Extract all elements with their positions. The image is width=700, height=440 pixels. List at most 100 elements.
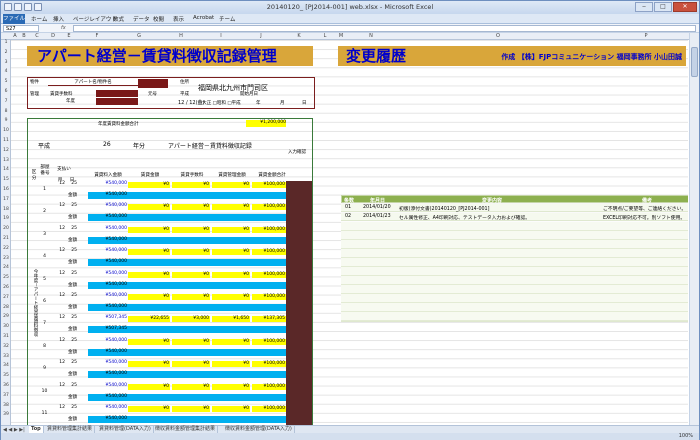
row-header[interactable]: 14: [1, 167, 11, 172]
row-header[interactable]: 29: [1, 314, 11, 319]
month-cell[interactable]: 12: [56, 315, 66, 320]
era-options[interactable]: □大正 □昭和 □平成: [198, 100, 241, 106]
row-header[interactable]: 27: [1, 295, 11, 300]
row-header[interactable]: 10: [1, 128, 11, 133]
row-header[interactable]: 33: [1, 354, 11, 359]
row-header[interactable]: 3: [1, 60, 11, 65]
row-header[interactable]: 13: [1, 158, 11, 163]
minimize-button[interactable]: ‒: [635, 2, 653, 12]
fee-cell[interactable]: ¥0: [172, 361, 210, 368]
column-header[interactable]: G: [117, 33, 161, 39]
close-button[interactable]: ✕: [673, 2, 697, 12]
rent-fee-cell[interactable]: ¥0: [128, 182, 170, 188]
column-header[interactable]: O: [393, 33, 603, 39]
rent-total-cell[interactable]: ¥100,000: [252, 383, 286, 390]
rent-fee-cell[interactable]: ¥0: [128, 271, 170, 278]
rent-amount-cyan[interactable]: ¥540,000: [88, 281, 128, 289]
fee-cell[interactable]: ¥0: [172, 182, 210, 188]
fee-cell[interactable]: ¥0: [172, 406, 210, 412]
row-header[interactable]: 19: [1, 216, 11, 221]
rent-amount-cyan[interactable]: ¥540,000: [88, 416, 128, 423]
row-header[interactable]: 31: [1, 334, 11, 339]
rent-amount-cell[interactable]: ¥540,000: [88, 293, 128, 298]
month-cell[interactable]: 12: [56, 226, 66, 231]
rent-amount-cell[interactable]: ¥540,000: [88, 226, 128, 231]
day-cell[interactable]: 25: [68, 248, 78, 253]
rent-total-cell[interactable]: ¥100,000: [252, 204, 286, 211]
rent-amount-cell[interactable]: ¥540,000: [88, 338, 128, 343]
column-header[interactable]: L: [317, 33, 333, 39]
row-header[interactable]: 5: [1, 79, 11, 84]
sheet-tab[interactable]: 徴収賃料金額管理集計結果: [153, 426, 219, 433]
month-cell[interactable]: 12: [56, 383, 66, 388]
row-header[interactable]: 16: [1, 187, 11, 192]
fx-icon[interactable]: fx: [61, 25, 66, 31]
row-header[interactable]: 4: [1, 69, 11, 74]
rent-amount-cyan[interactable]: ¥507,345: [88, 326, 128, 334]
column-header[interactable]: I: [201, 33, 241, 39]
rent-amount-cell[interactable]: ¥540,000: [88, 360, 128, 365]
mgmt-fee-cell[interactable]: ¥0: [212, 406, 250, 412]
mgmt-fee-cell[interactable]: ¥0: [212, 249, 250, 256]
tab-view[interactable]: 表示: [173, 15, 184, 23]
rent-fee-cell[interactable]: ¥0: [128, 204, 170, 211]
row-header[interactable]: 9: [1, 118, 11, 123]
column-header[interactable]: M: [333, 33, 349, 39]
row-header[interactable]: 15: [1, 177, 11, 182]
tab-insert[interactable]: 挿入: [53, 15, 64, 23]
formula-input[interactable]: [73, 25, 696, 32]
rent-amount-cell[interactable]: ¥540,000: [88, 383, 128, 388]
row-header[interactable]: 26: [1, 285, 11, 290]
row-header[interactable]: 6: [1, 89, 11, 94]
column-header[interactable]: C: [29, 33, 45, 39]
row-header[interactable]: 21: [1, 236, 11, 241]
scroll-thumb[interactable]: [691, 47, 698, 77]
rent-total-cell[interactable]: ¥100,000: [252, 226, 286, 233]
column-header[interactable]: P: [603, 33, 689, 39]
tab-review[interactable]: 校閲: [153, 15, 164, 23]
day-cell[interactable]: 25: [68, 360, 78, 365]
row-header[interactable]: 20: [1, 226, 11, 231]
day-cell[interactable]: 25: [68, 181, 78, 186]
day-cell[interactable]: 25: [68, 203, 78, 208]
fee-cell[interactable]: ¥0: [172, 204, 210, 211]
worksheet-grid[interactable]: アパート経営－賃貸料徴収記録管理 変更履歴 作成 【株】FJPコミュニケーション…: [11, 40, 688, 425]
row-header[interactable]: 24: [1, 265, 11, 270]
rent-amount-cell[interactable]: ¥540,000: [88, 181, 128, 186]
rent-fee-cell[interactable]: ¥0: [128, 406, 170, 412]
sheet-tab[interactable]: 賃貸料管理(DATA入力): [97, 426, 154, 433]
rent-fee-cell[interactable]: ¥0: [128, 294, 170, 300]
sheet-tab[interactable]: Top: [29, 426, 44, 433]
mgmt-fee-cell[interactable]: ¥0: [212, 361, 250, 368]
row-header[interactable]: 36: [1, 383, 11, 388]
rent-amount-cyan[interactable]: ¥540,000: [88, 214, 128, 222]
column-header[interactable]: H: [161, 33, 201, 39]
column-header[interactable]: D: [45, 33, 61, 39]
month-cell[interactable]: 12: [56, 360, 66, 365]
row-header[interactable]: 35: [1, 373, 11, 378]
rent-amount-cell[interactable]: ¥507,345: [88, 315, 128, 320]
month-cell[interactable]: 12: [56, 181, 66, 186]
day-cell[interactable]: 25: [68, 271, 78, 276]
zoom-level[interactable]: 100%: [679, 433, 693, 439]
rent-fee-cell[interactable]: ¥0: [128, 226, 170, 233]
fee-cell[interactable]: ¥0: [172, 294, 210, 300]
column-header[interactable]: K: [281, 33, 317, 39]
row-header[interactable]: 37: [1, 393, 11, 398]
row-header[interactable]: 23: [1, 256, 11, 261]
day-cell[interactable]: 25: [68, 338, 78, 343]
tab-data[interactable]: データ: [133, 15, 150, 23]
rent-fee-cell[interactable]: ¥0: [128, 338, 170, 345]
mgmt-fee-cell[interactable]: ¥0: [212, 271, 250, 278]
rent-amount-cell[interactable]: ¥540,000: [88, 203, 128, 208]
rent-amount-cyan[interactable]: ¥540,000: [88, 348, 128, 356]
row-header[interactable]: 8: [1, 109, 11, 114]
rent-amount-cyan[interactable]: ¥540,000: [88, 393, 128, 401]
fee-cell[interactable]: ¥0: [172, 338, 210, 345]
fee-cell[interactable]: ¥0: [172, 271, 210, 278]
property-name[interactable]: アパート名/物件名: [48, 79, 138, 86]
fee-cell[interactable]: ¥3,000: [172, 316, 210, 323]
history-empty-rows[interactable]: [341, 222, 688, 322]
day-cell[interactable]: 25: [68, 293, 78, 298]
mgmt-fee-cell[interactable]: ¥0: [212, 294, 250, 300]
